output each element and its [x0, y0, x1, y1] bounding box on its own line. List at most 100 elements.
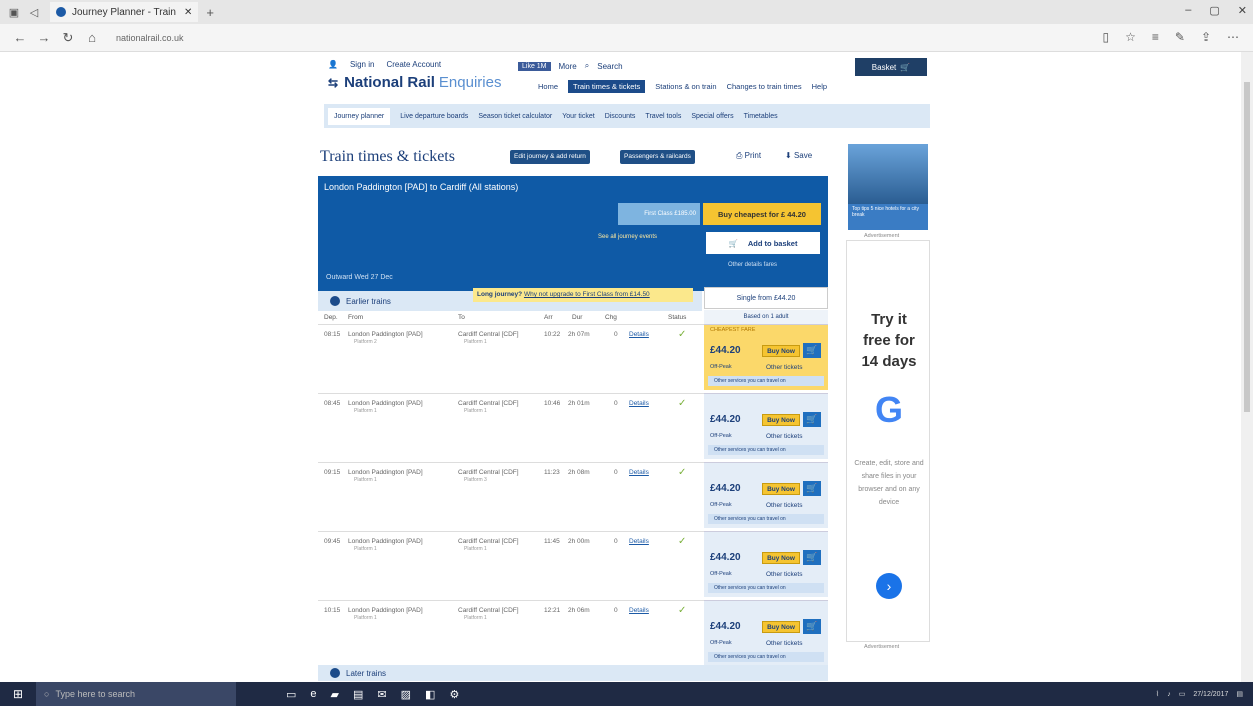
train-row[interactable]: 10:15 London Paddington [PAD] Cardiff Cent… — [318, 600, 704, 666]
train-row[interactable]: 09:15 London Paddington [PAD] Cardiff Cent… — [318, 462, 704, 528]
tab-live-departures[interactable]: Live departure boards — [400, 113, 468, 120]
edge-icon[interactable]: e — [310, 688, 316, 701]
first-class-box[interactable]: First Class £185.00 — [618, 203, 700, 225]
facebook-like-button[interactable]: Like 1M — [518, 61, 551, 71]
tab-back-icon[interactable]: ◁ — [26, 4, 42, 20]
buy-now-button[interactable]: Buy Now — [762, 345, 800, 357]
train-row[interactable]: 08:15 London Paddington [PAD] Cardiff Cent… — [318, 324, 704, 390]
share-more-button[interactable]: More — [559, 62, 577, 71]
later-trains-button[interactable]: Later trains — [318, 665, 828, 681]
tab-journey-planner[interactable]: Journey planner — [328, 107, 391, 125]
row-details-link[interactable]: Details — [629, 538, 649, 545]
other-services-link[interactable]: Other services you can travel on — [708, 583, 824, 593]
share-icon[interactable]: ⇪ — [1201, 30, 1211, 44]
search-icon[interactable]: ⌕ — [585, 61, 589, 71]
buy-now-button[interactable]: Buy Now — [762, 552, 800, 564]
other-services-link[interactable]: Other services you can travel on — [708, 652, 824, 662]
photos-icon[interactable]: ▨ — [401, 688, 411, 701]
other-tickets-link[interactable]: Other tickets — [766, 364, 802, 371]
see-all-events-link[interactable]: See all journey events — [598, 234, 657, 240]
network-icon[interactable]: ⌇ — [1156, 690, 1159, 698]
hub-icon[interactable]: ≡ — [1152, 30, 1159, 44]
notifications-icon[interactable]: ▤ — [1236, 690, 1243, 698]
create-account-link[interactable]: Create Account — [386, 60, 441, 69]
add-cart-icon[interactable]: 🛒 — [803, 619, 821, 634]
row-details-link[interactable]: Details — [629, 400, 649, 407]
minimize-button[interactable]: – — [1185, 4, 1191, 17]
scrollbar-thumb[interactable] — [1244, 82, 1250, 412]
settings-icon[interactable]: ⚙ — [449, 688, 459, 701]
tab-actions-icon[interactable]: ▣ — [6, 4, 22, 20]
forward-button[interactable]: → — [32, 27, 56, 49]
ad-arrow-button[interactable]: › — [876, 573, 902, 599]
file-explorer-icon[interactable]: ▰ — [331, 688, 339, 701]
battery-icon[interactable]: ▭ — [1179, 690, 1186, 698]
tab-your-ticket[interactable]: Your ticket — [562, 113, 594, 120]
other-services-link[interactable]: Other services you can travel on — [708, 376, 824, 386]
other-fares-link[interactable]: Other details fares — [728, 262, 777, 268]
buy-cheapest-button[interactable]: Buy cheapest for £ 44.20 — [703, 203, 821, 225]
other-services-link[interactable]: Other services you can travel on — [708, 445, 824, 455]
tab-discounts[interactable]: Discounts — [605, 113, 636, 120]
site-search-link[interactable]: Search — [597, 62, 622, 71]
other-tickets-link[interactable]: Other tickets — [766, 502, 802, 509]
buy-now-button[interactable]: Buy Now — [762, 414, 800, 426]
tab-travel-tools[interactable]: Travel tools — [645, 113, 681, 120]
notes-icon[interactable]: ✎ — [1175, 30, 1185, 44]
edit-journey-button[interactable]: Edit journey & add return — [510, 150, 590, 164]
nav-changes[interactable]: Changes to train times — [727, 82, 802, 91]
train-row[interactable]: 08:45 London Paddington [PAD] Cardiff Cent… — [318, 393, 704, 459]
add-cart-icon[interactable]: 🛒 — [803, 550, 821, 565]
other-services-link[interactable]: Other services you can travel on — [708, 514, 824, 524]
train-row[interactable]: 09:45 London Paddington [PAD] Cardiff Cent… — [318, 531, 704, 597]
tab-close-icon[interactable]: ✕ — [184, 7, 192, 18]
hotel-ad[interactable]: Top tips 5 nice hotels for a city break — [848, 144, 928, 230]
volume-icon[interactable]: ♪ — [1167, 691, 1171, 698]
maximize-button[interactable]: ▢ — [1209, 4, 1219, 17]
new-tab-button[interactable]: + — [206, 5, 214, 20]
app-icon[interactable]: ◧ — [425, 688, 435, 701]
other-tickets-link[interactable]: Other tickets — [766, 640, 802, 647]
upgrade-link[interactable]: Why not upgrade to First Class from £14.… — [524, 291, 650, 298]
nav-home[interactable]: Home — [538, 82, 558, 91]
clock-date[interactable]: 27/12/2017 — [1193, 691, 1228, 698]
other-tickets-link[interactable]: Other tickets — [766, 571, 802, 578]
row-details-link[interactable]: Details — [629, 469, 649, 476]
buy-now-button[interactable]: Buy Now — [762, 483, 800, 495]
add-to-basket-button[interactable]: 🛒 Add to basket — [706, 232, 820, 254]
store-icon[interactable]: ▤ — [353, 688, 363, 701]
site-logo[interactable]: ⇆ National Rail Enquiries — [328, 74, 501, 91]
home-button[interactable]: ⌂ — [80, 27, 104, 49]
windows-start-icon[interactable]: ⊞ — [0, 682, 36, 706]
basket-button[interactable]: Basket 🛒 — [855, 58, 927, 76]
taskbar-search[interactable]: ○ Type here to search — [36, 682, 236, 706]
page-scrollbar[interactable] — [1241, 52, 1253, 682]
save-button[interactable]: ⬇ Save — [785, 151, 812, 160]
mail-icon[interactable]: ✉ — [377, 688, 386, 701]
row-details-link[interactable]: Details — [629, 331, 649, 338]
close-window-button[interactable]: ✕ — [1238, 4, 1247, 17]
add-cart-icon[interactable]: 🛒 — [803, 481, 821, 496]
sign-in-link[interactable]: Sign in — [350, 60, 374, 69]
print-button[interactable]: ⎙ Print — [736, 151, 761, 161]
add-cart-icon[interactable]: 🛒 — [803, 343, 821, 358]
row-details-link[interactable]: Details — [629, 607, 649, 614]
favorite-star-icon[interactable]: ☆ — [1125, 30, 1136, 44]
add-cart-icon[interactable]: 🛒 — [803, 412, 821, 427]
task-view-icon[interactable]: ▭ — [286, 688, 296, 701]
other-tickets-link[interactable]: Other tickets — [766, 433, 802, 440]
browser-tab-journey-planner[interactable]: Journey Planner - Train ✕ — [50, 2, 199, 22]
back-button[interactable]: ← — [8, 27, 32, 49]
google-drive-ad[interactable]: Try it free for 14 days G Create, edit, … — [846, 240, 930, 642]
passengers-button[interactable]: Passengers & railcards — [620, 150, 695, 164]
nav-stations[interactable]: Stations & on train — [655, 82, 716, 91]
url-field[interactable]: nationalrail.co.uk — [116, 29, 636, 47]
buy-now-button[interactable]: Buy Now — [762, 621, 800, 633]
nav-help[interactable]: Help — [812, 82, 827, 91]
tab-timetables[interactable]: Timetables — [744, 113, 778, 120]
nav-train-times[interactable]: Train times & tickets — [568, 80, 646, 93]
tab-special-offers[interactable]: Special offers — [691, 113, 733, 120]
refresh-button[interactable]: ↻ — [56, 27, 80, 49]
tab-season-ticket[interactable]: Season ticket calculator — [478, 113, 552, 120]
more-icon[interactable]: ⋯ — [1227, 30, 1239, 44]
